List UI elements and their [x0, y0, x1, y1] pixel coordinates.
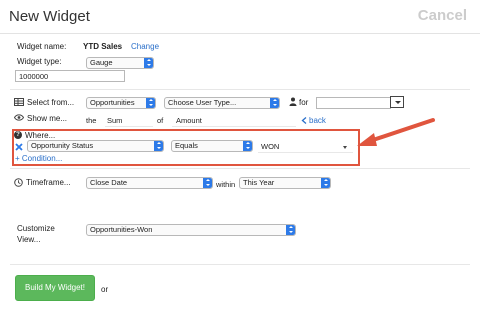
cancel-button[interactable]: Cancel [418, 7, 467, 24]
show-me-label: Show me... [27, 114, 68, 123]
eye-icon [13, 114, 25, 121]
object-select[interactable]: Opportunities [86, 97, 156, 109]
within-label: within [216, 180, 236, 189]
period-value: This Year [243, 178, 275, 187]
for-input[interactable] [316, 97, 391, 109]
select-arrows-icon [146, 98, 155, 108]
select-arrows-icon [203, 178, 212, 188]
widget-type-value: Gauge [90, 58, 113, 67]
widget-name-value: YTD Sales [83, 42, 123, 51]
select-from-label: Select from... [27, 98, 75, 107]
customize-view-label-line2: View... [17, 235, 41, 244]
view-select-value: Opportunities-Won [90, 225, 153, 234]
field-select-value: Amount [176, 116, 202, 125]
widget-name-label: Widget name: [17, 42, 67, 51]
chevron-left-icon [301, 117, 307, 124]
modal-title: New Widget [9, 8, 90, 25]
back-link[interactable]: back [309, 116, 326, 125]
gauge-target-input[interactable]: 1000000 [15, 70, 125, 82]
divider [10, 264, 470, 265]
clock-icon [14, 178, 23, 187]
object-select-value: Opportunities [90, 98, 135, 107]
user-type-select-value: Choose User Type... [168, 98, 237, 107]
date-field-value: Close Date [90, 178, 128, 187]
select-arrows-icon [321, 178, 330, 188]
user-icon [289, 97, 297, 106]
widget-type-label: Widget type: [17, 57, 62, 66]
user-type-select[interactable]: Choose User Type... [164, 97, 280, 109]
annotation-arrow [355, 114, 441, 152]
change-name-link[interactable]: Change [131, 42, 159, 51]
table-icon [14, 98, 24, 106]
of-label: of [157, 116, 164, 125]
or-label: or [101, 285, 109, 294]
aggregate-value: Sum [107, 116, 123, 125]
timeframe-label: Timeframe... [26, 178, 71, 187]
select-arrows-icon [144, 58, 153, 68]
widget-type-select[interactable]: Gauge [86, 57, 154, 69]
select-arrows-icon [270, 98, 279, 108]
divider [10, 168, 470, 169]
for-label: for [299, 98, 309, 107]
caret-down-icon[interactable] [390, 96, 404, 108]
period-select[interactable]: This Year [239, 177, 331, 189]
divider [10, 89, 470, 90]
field-select[interactable]: Amount [172, 116, 296, 127]
highlight-box [12, 129, 360, 166]
date-field-select[interactable]: Close Date [86, 177, 213, 189]
customize-view-label: Customize [17, 224, 55, 233]
modal-header: New Widget Cancel [0, 0, 480, 34]
build-widget-button[interactable]: Build My Widget! [15, 275, 95, 301]
the-label: the [86, 116, 97, 125]
aggregate-select[interactable]: Sum [105, 116, 153, 127]
view-select[interactable]: Opportunities-Won [86, 224, 296, 236]
select-arrows-icon [286, 225, 295, 235]
